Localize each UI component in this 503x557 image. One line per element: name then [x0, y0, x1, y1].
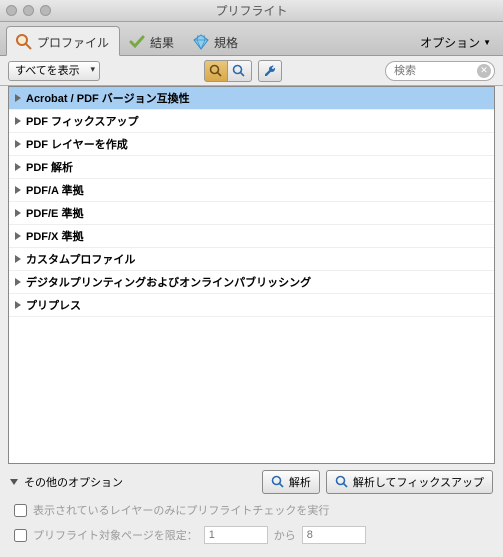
list-item-label: Acrobat / PDF バージョン互換性 [26, 90, 190, 106]
magnifier-check-icon [232, 64, 246, 78]
list-item[interactable]: デジタルプリンティングおよびオンラインパブリッシング [9, 271, 494, 294]
list-item[interactable]: PDF 解析 [9, 156, 494, 179]
other-options-label: その他のオプション [24, 474, 123, 490]
magnifier-icon [15, 33, 33, 51]
profiles-view-button[interactable] [204, 60, 228, 82]
list-item-label: デジタルプリンティングおよびオンラインパブリッシング [26, 274, 311, 290]
analyze-fix-button[interactable]: 解析してフィックスアップ [326, 470, 493, 494]
disclosure-triangle-icon[interactable] [15, 232, 21, 240]
magnifier-small-icon [209, 64, 223, 78]
profile-list[interactable]: Acrobat / PDF バージョン互換性 PDF フィックスアップ PDF … [8, 86, 495, 464]
limit-pages-checkbox[interactable] [14, 529, 27, 542]
tab-results-label: 結果 [150, 34, 174, 51]
list-item-label: プリプレス [26, 297, 81, 313]
list-item[interactable]: PDF フィックスアップ [9, 110, 494, 133]
magnifier-wrench-icon [335, 475, 349, 489]
footer: その他のオプション 解析 解析してフィックスアップ 表示されているレイヤーのみに… [0, 464, 503, 544]
view-mode-group [204, 60, 252, 82]
disclosure-triangle-icon[interactable] [15, 278, 21, 286]
search-clear-button[interactable]: ✕ [477, 64, 491, 78]
disclosure-triangle-icon[interactable] [15, 117, 21, 125]
minimize-window-button[interactable] [23, 5, 34, 16]
disclosure-triangle-icon[interactable] [15, 140, 21, 148]
disclosure-triangle-icon[interactable] [15, 94, 21, 102]
checkmark-icon [128, 33, 146, 51]
wrench-icon [263, 64, 277, 78]
page-to-input[interactable] [302, 526, 366, 544]
zoom-window-button[interactable] [40, 5, 51, 16]
disclosure-triangle-icon[interactable] [15, 163, 21, 171]
tab-profile-label: プロファイル [37, 34, 109, 51]
list-item[interactable]: カスタムプロファイル [9, 248, 494, 271]
list-item-label: PDF 解析 [26, 159, 73, 175]
list-item[interactable]: PDF/E 準拠 [9, 202, 494, 225]
analyze-label: 解析 [289, 474, 311, 490]
close-window-button[interactable] [6, 5, 17, 16]
window-title: プリフライト [0, 2, 503, 19]
tab-bar: プロファイル 結果 規格 オプション ▼ [0, 22, 503, 56]
page-from-input[interactable] [204, 526, 268, 544]
list-item-label: PDF/X 準拠 [26, 228, 83, 244]
page-to-label: から [274, 527, 296, 543]
disclosure-triangle-icon[interactable] [15, 255, 21, 263]
options-label: オプション [420, 34, 480, 51]
list-item[interactable]: PDF レイヤーを作成 [9, 133, 494, 156]
disclosure-triangle-icon[interactable] [15, 301, 21, 309]
checks-view-button[interactable] [228, 60, 252, 82]
toolbar: すべてを表示 ✕ [0, 56, 503, 86]
search-field-wrap: ✕ [385, 61, 495, 81]
magnifier-blue-icon [271, 475, 285, 489]
list-item-label: PDF/E 準拠 [26, 205, 83, 221]
layers-check-label: 表示されているレイヤーのみにプリフライトチェックを実行 [33, 502, 329, 518]
fixups-view-button[interactable] [258, 60, 282, 82]
list-item[interactable]: プリプレス [9, 294, 494, 317]
disclosure-down-icon[interactable] [10, 479, 18, 485]
layers-checkbox[interactable] [14, 504, 27, 517]
disclosure-triangle-icon[interactable] [15, 186, 21, 194]
tab-results[interactable]: 結果 [120, 27, 184, 55]
filter-dropdown[interactable]: すべてを表示 [8, 61, 100, 81]
pages-check-row: プリフライト対象ページを限定： から [14, 526, 493, 544]
list-item-label: カスタムプロファイル [26, 251, 135, 267]
list-item[interactable]: PDF/X 準拠 [9, 225, 494, 248]
chevron-down-icon: ▼ [483, 38, 491, 47]
titlebar: プリフライト [0, 0, 503, 22]
window-controls [6, 5, 51, 16]
layers-check-row: 表示されているレイヤーのみにプリフライトチェックを実行 [14, 502, 493, 518]
analyze-fix-label: 解析してフィックスアップ [353, 474, 484, 490]
options-menu-button[interactable]: オプション ▼ [414, 30, 497, 55]
list-item-label: PDF/A 準拠 [26, 182, 84, 198]
x-icon: ✕ [480, 65, 488, 76]
disclosure-triangle-icon[interactable] [15, 209, 21, 217]
list-item-label: PDF レイヤーを作成 [26, 136, 128, 152]
tab-standards[interactable]: 規格 [184, 27, 248, 55]
list-item-label: PDF フィックスアップ [26, 113, 139, 129]
tab-standards-label: 規格 [214, 34, 238, 51]
list-item[interactable]: Acrobat / PDF バージョン互換性 [9, 87, 494, 110]
analyze-button[interactable]: 解析 [262, 470, 320, 494]
limit-pages-label: プリフライト対象ページを限定： [33, 527, 198, 543]
diamond-icon [192, 33, 210, 51]
list-item[interactable]: PDF/A 準拠 [9, 179, 494, 202]
tab-profile[interactable]: プロファイル [6, 26, 120, 56]
